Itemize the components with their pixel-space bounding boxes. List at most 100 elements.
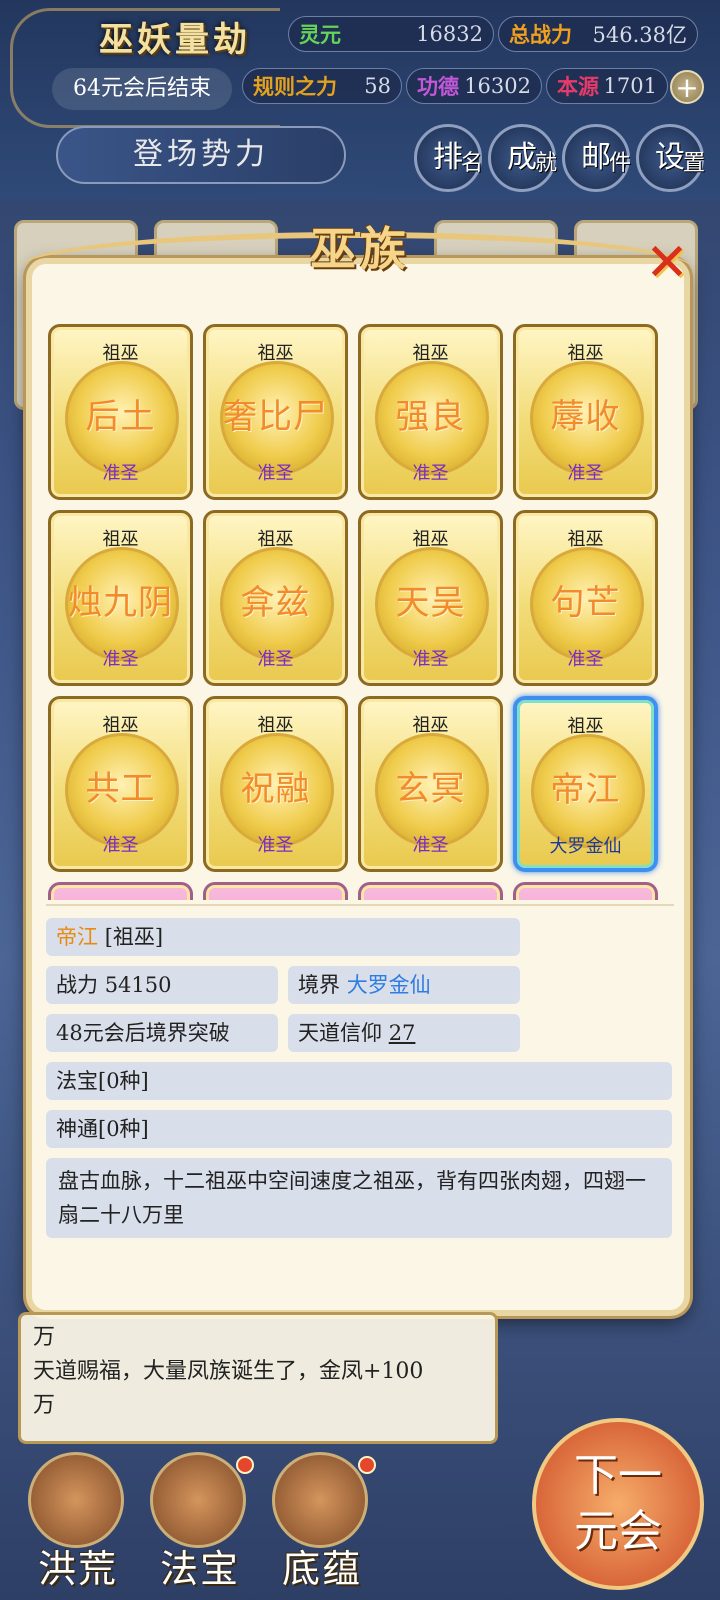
mail-label: 邮 [581, 140, 611, 175]
ancestor-card[interactable]: 祖巫 蓐收 准圣 [513, 324, 658, 500]
detail-realm-row: 境界 大罗金仙 [288, 966, 520, 1004]
detail-faith-value[interactable]: 27 [389, 1021, 416, 1045]
stat-value: 58 [364, 74, 391, 98]
top-hud: 巫妖量劫 64元会后结束 灵元 16832 总战力 546.38亿 规则之力 5… [0, 0, 720, 200]
nav-label: 法宝 [159, 1547, 240, 1591]
card-rank: 祖巫 [257, 715, 294, 736]
stat-origin: 本源 1701 [546, 68, 668, 104]
detail-ability[interactable]: 神通[0种] [46, 1110, 672, 1148]
modal-title: 巫族 [310, 222, 410, 276]
card-name: 蓐收 [550, 397, 621, 437]
settings-sublabel: 置 [682, 151, 705, 176]
notification-dot-icon [236, 1456, 254, 1474]
card-realm: 准圣 [257, 835, 294, 856]
card-rank: 祖巫 [412, 529, 449, 550]
mail-button[interactable]: 邮件 [562, 124, 631, 192]
ancestor-card[interactable]: 祖巫 玄冥 准圣 [358, 696, 503, 872]
detail-rank: [祖巫] [104, 925, 164, 949]
stat-label: 功德 [417, 74, 459, 99]
stat-value: 16832 [416, 22, 483, 46]
nav-heritage[interactable]: 底蕴 [262, 1452, 382, 1592]
lotus-icon [272, 1452, 368, 1548]
ranking-button[interactable]: 排名 [414, 124, 483, 192]
ancestor-card[interactable]: 祖巫 共工 准圣 [48, 696, 193, 872]
next-era-button[interactable]: 下一 元会 [532, 1418, 704, 1590]
card-name: 句芒 [550, 583, 621, 623]
card-name: 帝江 [550, 770, 621, 810]
ancestor-card-partial[interactable] [203, 882, 348, 900]
detail-treasure[interactable]: 法宝[0种] [46, 1062, 672, 1100]
stat-label: 规则之力 [253, 74, 337, 99]
add-resource-button[interactable]: + [670, 70, 704, 104]
detail-power-value: 54150 [104, 973, 172, 997]
ancestor-card[interactable]: 祖巫 烛九阴 准圣 [48, 510, 193, 686]
card-realm: 准圣 [567, 649, 604, 670]
card-realm: 准圣 [412, 835, 449, 856]
card-realm: 准圣 [567, 463, 604, 484]
ranking-sublabel: 名 [460, 151, 483, 176]
card-realm: 准圣 [257, 649, 294, 670]
card-rank: 祖巫 [257, 529, 294, 550]
detail-realm-value: 大罗金仙 [346, 973, 431, 997]
stat-label: 本源 [557, 74, 599, 99]
card-rank: 祖巫 [412, 715, 449, 736]
close-button[interactable]: ✕ [640, 237, 694, 292]
stat-merit: 功德 16302 [406, 68, 542, 104]
card-rank: 祖巫 [102, 343, 139, 364]
detail-description: 盘古血脉，十二祖巫中空间速度之祖巫，背有四张肉翅，四翅一扇二十八万里 [46, 1158, 672, 1238]
detail-power-label: 战力 [56, 973, 98, 997]
card-rank: 祖巫 [567, 343, 604, 364]
ancestor-card-partial[interactable] [358, 882, 503, 900]
card-realm: 准圣 [102, 835, 139, 856]
card-realm: 准圣 [257, 463, 294, 484]
card-name: 烛九阴 [68, 583, 173, 623]
detail-name: 帝江 [56, 925, 98, 949]
card-name: 弇兹 [240, 583, 311, 623]
card-name: 天吴 [395, 583, 466, 623]
ancestor-card[interactable]: 祖巫 祝融 准圣 [203, 696, 348, 872]
nav-honghuang[interactable]: 洪荒 [18, 1452, 138, 1592]
detail-faith-label: 天道信仰 [298, 1021, 382, 1045]
settings-button[interactable]: 设置 [636, 124, 705, 192]
next-era-line1: 下一 [574, 1450, 662, 1501]
log-line: 万 [33, 1393, 56, 1418]
card-name: 后土 [85, 397, 156, 437]
event-log: 万 天道赐福，大量凤族诞生了，金凤+100 万 [18, 1312, 498, 1444]
card-name: 强良 [395, 397, 466, 437]
detail-name-row: 帝江 [祖巫] [46, 918, 520, 956]
ancestor-card[interactable]: 祖巫 天吴 准圣 [358, 510, 503, 686]
cauldron-icon [150, 1452, 246, 1548]
card-realm: 准圣 [412, 463, 449, 484]
stat-rule-power: 规则之力 58 [242, 68, 402, 104]
ancestor-card[interactable]: 祖巫 强良 准圣 [358, 324, 503, 500]
card-realm: 准圣 [102, 649, 139, 670]
stat-total-power: 总战力 546.38亿 [498, 16, 698, 52]
log-line: 天道赐福，大量凤族诞生了，金凤+100 [33, 1359, 424, 1384]
ancestor-card[interactable]: 祖巫 后土 准圣 [48, 324, 193, 500]
stat-value: 1701 [603, 74, 657, 98]
faction-button[interactable]: 登场势力 [56, 126, 346, 184]
card-name: 祝融 [240, 769, 311, 809]
ancestor-card-selected[interactable]: 祖巫 帝江 大罗金仙 [513, 696, 658, 872]
stat-label: 灵元 [299, 22, 341, 47]
achievement-sublabel: 就 [534, 151, 557, 176]
nav-label: 底蕴 [281, 1547, 362, 1591]
card-name: 玄冥 [395, 769, 466, 809]
card-realm: 准圣 [412, 649, 449, 670]
ancestor-card[interactable]: 祖巫 弇兹 准圣 [203, 510, 348, 686]
card-rank: 祖巫 [102, 715, 139, 736]
ancestor-card-partial[interactable] [513, 882, 658, 900]
nav-treasure[interactable]: 法宝 [140, 1452, 260, 1592]
notification-dot-icon [358, 1456, 376, 1474]
ancestor-card-partial[interactable] [48, 882, 193, 900]
card-rank: 祖巫 [567, 716, 604, 737]
card-rank: 祖巫 [412, 343, 449, 364]
card-name: 奢比尸 [223, 397, 328, 437]
ancestor-card[interactable]: 祖巫 句芒 准圣 [513, 510, 658, 686]
detail-power-row: 战力 54150 [46, 966, 278, 1004]
countdown-text: 64元会后结束 [52, 68, 232, 110]
achievement-button[interactable]: 成就 [488, 124, 557, 192]
detail-faith-row: 天道信仰 27 [288, 1014, 520, 1052]
ancestor-card[interactable]: 祖巫 奢比尸 准圣 [203, 324, 348, 500]
card-rank: 祖巫 [257, 343, 294, 364]
